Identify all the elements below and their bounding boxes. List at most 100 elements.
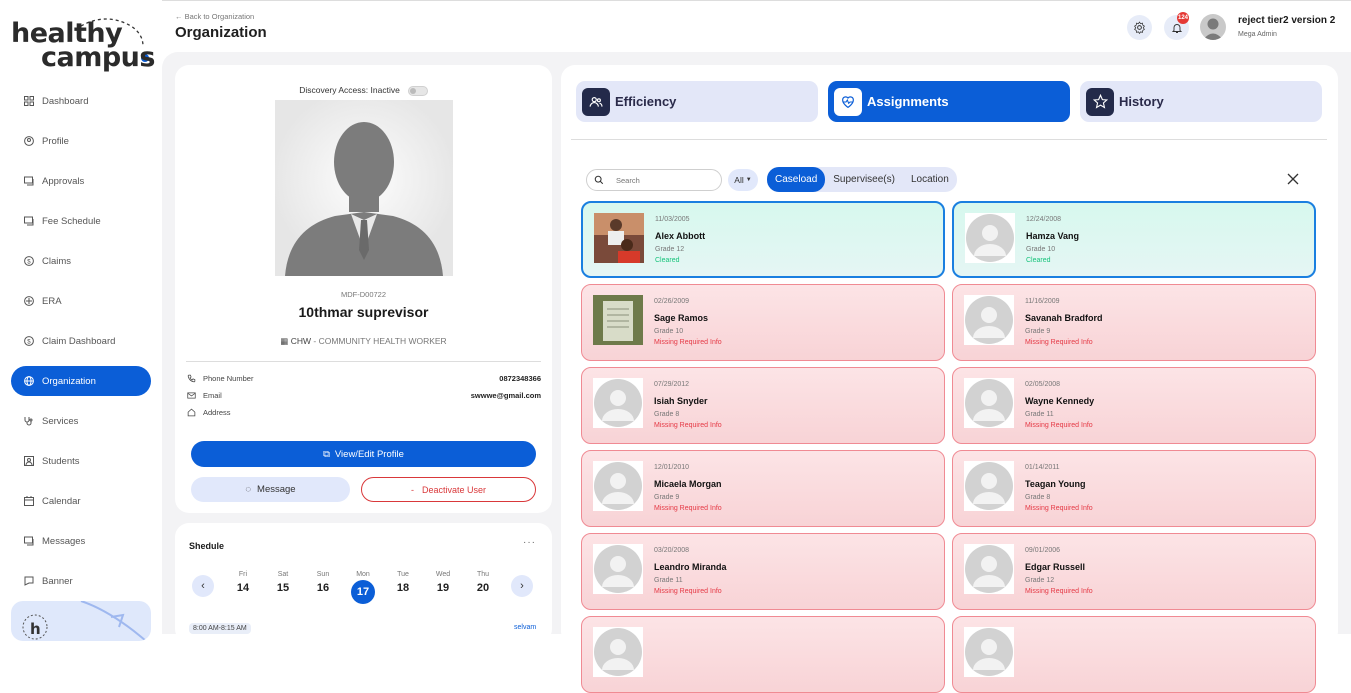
- event-time[interactable]: 8:00 AM-8:15 AM: [189, 623, 251, 634]
- sidebar-item-messages[interactable]: Messages: [11, 526, 151, 556]
- tab-assignments[interactable]: Assignments: [828, 81, 1070, 122]
- sidebar-item-services[interactable]: Services: [11, 406, 151, 436]
- student-dob: 09/01/2006: [1025, 547, 1061, 554]
- students-icon: [23, 455, 35, 467]
- day-name: Sat: [277, 571, 289, 578]
- view-segment-control: Caseload Supervisee(s) Location: [767, 167, 957, 192]
- student-name: Teagan Young: [1025, 479, 1086, 489]
- student-card[interactable]: [952, 616, 1316, 693]
- student-card[interactable]: 07/29/2012 Isiah Snyder Grade 8 Missing Req…: [581, 367, 945, 444]
- stethoscope-icon: [23, 415, 35, 427]
- student-grade: Grade 12: [1025, 577, 1055, 584]
- student-name: Hamza Vang: [1026, 231, 1080, 241]
- search-input[interactable]: [616, 175, 706, 185]
- student-card[interactable]: 03/20/2008 Leandro Miranda Grade 11 Missing…: [581, 533, 945, 610]
- top-border: [0, 0, 1351, 3]
- tab-efficiency[interactable]: Efficiency: [576, 81, 818, 122]
- student-name: Wayne Kennedy: [1025, 396, 1095, 406]
- settings-button[interactable]: [1127, 15, 1152, 40]
- sidebar-item-dashboard[interactable]: Dashboard: [11, 86, 151, 116]
- promo-banner[interactable]: h: [11, 601, 151, 641]
- student-card[interactable]: 11/03/2005 Alex Abbott Grade 12 Cleared: [581, 201, 945, 278]
- student-dob: 11/16/2009: [1025, 298, 1060, 305]
- deactivate-user-button[interactable]: - Deactivate User: [361, 477, 536, 502]
- student-avatar: [593, 461, 643, 511]
- schedule-day[interactable]: Wed 19: [431, 571, 455, 594]
- schedule-day[interactable]: Tue 18: [391, 571, 415, 594]
- sidebar-item-organization[interactable]: Organization: [11, 366, 151, 396]
- student-status: Missing Required Info: [1025, 339, 1093, 346]
- schedule-day[interactable]: Sun 16: [311, 571, 335, 594]
- student-card[interactable]: 12/24/2008 Hamza Vang Grade 10 Cleared: [952, 201, 1316, 278]
- page-title: Organization: [175, 24, 267, 41]
- profile-card: Discovery Access: Inactive MDF-D00722 10…: [175, 65, 552, 513]
- student-name: Edgar Russell: [1025, 562, 1086, 572]
- notification-badge: 124: [1177, 12, 1189, 24]
- calendar-icon: [23, 495, 35, 507]
- chat-icon: ◌: [245, 484, 252, 495]
- segment-location[interactable]: Location: [903, 167, 957, 192]
- student-grade: Grade 9: [1025, 328, 1051, 335]
- search-box[interactable]: [586, 169, 722, 191]
- next-week-button[interactable]: ›: [511, 575, 533, 597]
- day-date: 20: [476, 582, 490, 594]
- healthy-campus-logo[interactable]: healthy campus: [11, 14, 156, 73]
- sidebar-item-banner[interactable]: Banner: [11, 566, 151, 596]
- sidebar-item-label: Fee Schedule: [42, 215, 101, 227]
- schedule-day[interactable]: Mon 17: [351, 571, 375, 604]
- student-card[interactable]: [581, 616, 945, 693]
- day-name: Wed: [435, 571, 451, 578]
- sidebar-item-profile[interactable]: Profile: [11, 126, 151, 156]
- user-name[interactable]: reject tier2 version 2: [1238, 15, 1335, 26]
- event-assignee[interactable]: selvam: [514, 624, 536, 631]
- student-card[interactable]: 02/26/2009 Sage Ramos Grade 10 Missing Requ…: [581, 284, 945, 361]
- student-card[interactable]: 11/16/2009 Savanah Bradford Grade 9 Missing…: [952, 284, 1316, 361]
- segment-caseload[interactable]: Caseload: [767, 167, 826, 192]
- student-card[interactable]: 09/01/2006 Edgar Russell Grade 12 Missing R…: [952, 533, 1316, 610]
- discovery-access-toggle[interactable]: [407, 85, 428, 96]
- schedule-day[interactable]: Fri 14: [231, 571, 255, 594]
- sidebar-item-label: Messages: [42, 535, 86, 547]
- role-description: COMMUNITY HEALTH WORKER: [318, 336, 447, 346]
- all-filter-label: All: [734, 175, 744, 185]
- previous-week-button[interactable]: ‹: [192, 575, 214, 597]
- schedule-day[interactable]: Sat 15: [271, 571, 295, 594]
- svg-text:$: $: [27, 339, 31, 345]
- email-value: swwwe@gmail.com: [470, 391, 541, 400]
- student-card[interactable]: 12/01/2010 Micaela Morgan Grade 9 Missing R…: [581, 450, 945, 527]
- sidebar-item-calendar[interactable]: Calendar: [11, 486, 151, 516]
- more-options-icon[interactable]: ···: [523, 537, 536, 548]
- day-name: Sun: [316, 571, 330, 578]
- student-dob: 07/29/2012: [654, 381, 690, 388]
- fee-schedule-icon: [23, 215, 35, 227]
- sidebar-item-label: Students: [42, 455, 80, 467]
- sidebar-item-label: Dashboard: [42, 95, 89, 107]
- message-button[interactable]: ◌ Message: [191, 477, 350, 502]
- sidebar-item-students[interactable]: Students: [11, 446, 151, 476]
- sidebar-item-era[interactable]: ERA: [11, 286, 151, 316]
- tab-history[interactable]: History: [1080, 81, 1322, 122]
- student-status: Missing Required Info: [1025, 422, 1093, 429]
- view-edit-profile-button[interactable]: ⧉ View/Edit Profile: [191, 441, 536, 467]
- student-avatar: [593, 295, 643, 345]
- student-avatar: [964, 295, 1014, 345]
- person-silhouette-icon: [285, 122, 443, 276]
- back-link[interactable]: ← Back to Organization: [175, 12, 254, 21]
- promo-graphic-icon: h: [22, 601, 147, 641]
- student-card[interactable]: 02/05/2008 Wayne Kennedy Grade 11 Missing R…: [952, 367, 1316, 444]
- close-icon[interactable]: [1287, 173, 1299, 185]
- student-grade: Grade 8: [1025, 494, 1051, 501]
- student-avatar: [593, 627, 643, 677]
- student-card[interactable]: 01/14/2011 Teagan Young Grade 8 Missing Req…: [952, 450, 1316, 527]
- all-filter-dropdown[interactable]: All ▼: [728, 169, 758, 191]
- segment-supervisee-s[interactable]: Supervisee(s): [825, 167, 903, 192]
- profile-name: 10thmar suprevisor: [298, 304, 429, 320]
- user-avatar[interactable]: [1200, 14, 1226, 40]
- schedule-day[interactable]: Thu 20: [471, 571, 495, 594]
- sidebar-item-claim-dashboard[interactable]: $ Claim Dashboard: [11, 326, 151, 356]
- sidebar-item-fee-schedule[interactable]: Fee Schedule: [11, 206, 151, 236]
- sidebar-item-approvals[interactable]: Approvals: [11, 166, 151, 196]
- phone-icon: [187, 374, 197, 383]
- tab-label: Efficiency: [615, 94, 677, 109]
- sidebar-item-claims[interactable]: $ Claims: [11, 246, 151, 276]
